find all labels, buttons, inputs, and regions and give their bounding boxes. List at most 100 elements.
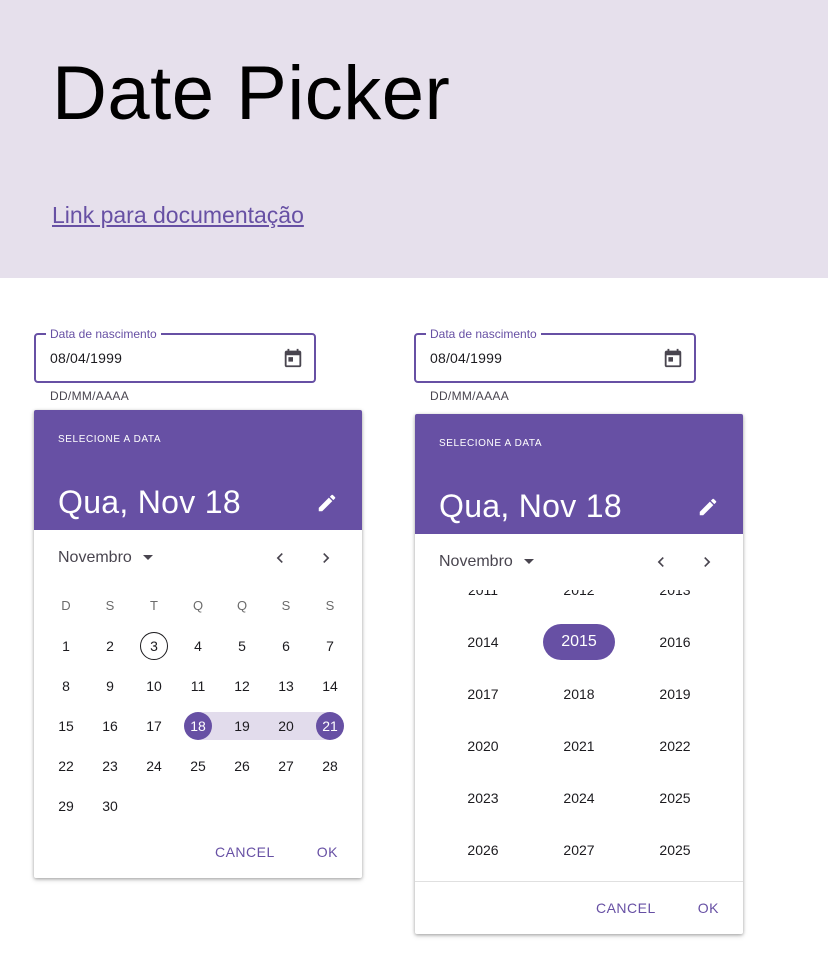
day-cell[interactable]: 16	[88, 706, 132, 746]
day-number: 5	[238, 638, 246, 654]
weekday-label: S	[105, 598, 115, 613]
day-cell[interactable]: 28	[308, 746, 352, 786]
chevron-right-icon[interactable]	[697, 552, 717, 572]
day-cell[interactable]: 15	[44, 706, 88, 746]
day-cell[interactable]: 1	[44, 626, 88, 666]
year-cell[interactable]: 2016	[627, 616, 723, 668]
year-cell[interactable]: 2014	[435, 616, 531, 668]
year-cell[interactable]: 2027	[531, 824, 627, 876]
year-cell[interactable]: 2013	[627, 590, 723, 616]
year-list-scroll[interactable]: 2011 2012 2013 2014 2015 2016 2017 2018 2019 2020…	[415, 590, 743, 881]
year-label: 2013	[659, 590, 691, 598]
day-cell[interactable]: 2	[88, 626, 132, 666]
year-cell[interactable]: 2024	[531, 772, 627, 824]
year-cell[interactable]: 2025	[627, 824, 723, 876]
documentation-link[interactable]: Link para documentação	[52, 202, 304, 230]
year-cell[interactable]: 2025	[627, 772, 723, 824]
day-cell[interactable]: 18	[176, 706, 220, 746]
month-selector[interactable]: Novembro	[58, 549, 132, 567]
day-cell[interactable]: 7	[308, 626, 352, 666]
day-cell[interactable]: 3	[132, 626, 176, 666]
ok-button[interactable]: OK	[305, 836, 350, 868]
day-cell[interactable]: 17	[132, 706, 176, 746]
pencil-icon[interactable]	[316, 492, 338, 514]
weekday-label: S	[325, 598, 335, 613]
year-grid: 2011 2012 2013 2014 2015 2016 2017 2018 2019 2020…	[435, 590, 723, 876]
year-cell[interactable]: 2022	[627, 720, 723, 772]
birthdate-field-right[interactable]: Data de nascimento 08/04/1999	[414, 326, 696, 383]
calendar-icon[interactable]	[282, 347, 304, 369]
day-cell[interactable]: 26	[220, 746, 264, 786]
day-number: 12	[234, 678, 250, 694]
day-cell[interactable]: 10	[132, 666, 176, 706]
birthdate-field-left[interactable]: Data de nascimento 08/04/1999	[34, 326, 316, 383]
chevron-left-icon[interactable]	[651, 552, 671, 572]
day-cell[interactable]: 6	[264, 626, 308, 666]
year-cell[interactable]: 2023	[435, 772, 531, 824]
chevron-right-icon[interactable]	[316, 548, 336, 568]
year-label: 2027	[563, 842, 595, 858]
year-cell[interactable]: 2012	[531, 590, 627, 616]
day-number: 15	[58, 718, 74, 734]
year-cell[interactable]: 2021	[531, 720, 627, 772]
weekday-label: Q	[192, 598, 204, 613]
calendar-icon[interactable]	[662, 347, 684, 369]
day-number: 7	[326, 638, 334, 654]
day-grid: 1 2 3 4 5 6 7 8 9 10 11 12 13 14 15 16 17 18 19 20 21 22 23 24 2…	[44, 626, 352, 826]
year-label: 2025	[659, 790, 691, 806]
caret-down-icon[interactable]	[142, 554, 154, 562]
year-cell[interactable]: 2011	[435, 590, 531, 616]
day-cell[interactable]: 4	[176, 626, 220, 666]
pencil-icon[interactable]	[697, 496, 719, 518]
day-cell[interactable]: 11	[176, 666, 220, 706]
field-helper-text: DD/MM/AAAA	[50, 389, 130, 403]
weekday-header: DSTQQSS	[44, 586, 352, 626]
day-cell[interactable]: 25	[176, 746, 220, 786]
day-number: 30	[102, 798, 118, 814]
year-cell[interactable]: 2017	[435, 668, 531, 720]
day-number: 18	[184, 712, 212, 740]
month-selector[interactable]: Novembro	[439, 553, 513, 571]
field-helper-text: DD/MM/AAAA	[430, 389, 510, 403]
year-cell[interactable]: 2019	[627, 668, 723, 720]
day-number: 23	[102, 758, 118, 774]
day-cell[interactable]: 8	[44, 666, 88, 706]
year-cell[interactable]: 2015	[531, 616, 627, 668]
year-label: 2024	[563, 790, 595, 806]
day-cell[interactable]: 27	[264, 746, 308, 786]
day-number: 19	[234, 718, 250, 734]
cancel-button[interactable]: CANCEL	[584, 892, 668, 924]
day-cell[interactable]: 9	[88, 666, 132, 706]
day-cell[interactable]: 24	[132, 746, 176, 786]
weekday-label: S	[281, 598, 291, 613]
year-cell[interactable]: 2026	[435, 824, 531, 876]
day-number: 4	[194, 638, 202, 654]
day-cell[interactable]: 29	[44, 786, 88, 826]
day-cell[interactable]: 21	[308, 706, 352, 746]
cancel-button[interactable]: CANCEL	[203, 836, 287, 868]
picker-actions: CANCEL OK	[584, 892, 731, 924]
day-cell[interactable]: 13	[264, 666, 308, 706]
day-cell[interactable]: 30	[88, 786, 132, 826]
day-cell[interactable]: 14	[308, 666, 352, 706]
day-number: 9	[106, 678, 114, 694]
chevron-left-icon[interactable]	[270, 548, 290, 568]
month-navigation: Novembro	[415, 534, 743, 590]
day-cell[interactable]: 23	[88, 746, 132, 786]
day-cell[interactable]: 5	[220, 626, 264, 666]
date-picker-year-view: SELECIONE A DATA Qua, Nov 18 Novembro 20…	[415, 414, 743, 934]
hero-banner: Date Picker Link para documentação	[0, 0, 828, 278]
day-cell[interactable]: 20	[264, 706, 308, 746]
year-cell[interactable]: 2020	[435, 720, 531, 772]
day-cell[interactable]: 19	[220, 706, 264, 746]
caret-down-icon[interactable]	[523, 558, 535, 566]
weekday-label: D	[61, 598, 71, 613]
year-label: 2018	[563, 686, 595, 702]
day-cell[interactable]: 12	[220, 666, 264, 706]
day-number: 29	[58, 798, 74, 814]
day-cell[interactable]: 22	[44, 746, 88, 786]
day-number: 21	[316, 712, 344, 740]
ok-button[interactable]: OK	[686, 892, 731, 924]
year-cell[interactable]: 2018	[531, 668, 627, 720]
day-number: 11	[190, 678, 206, 694]
